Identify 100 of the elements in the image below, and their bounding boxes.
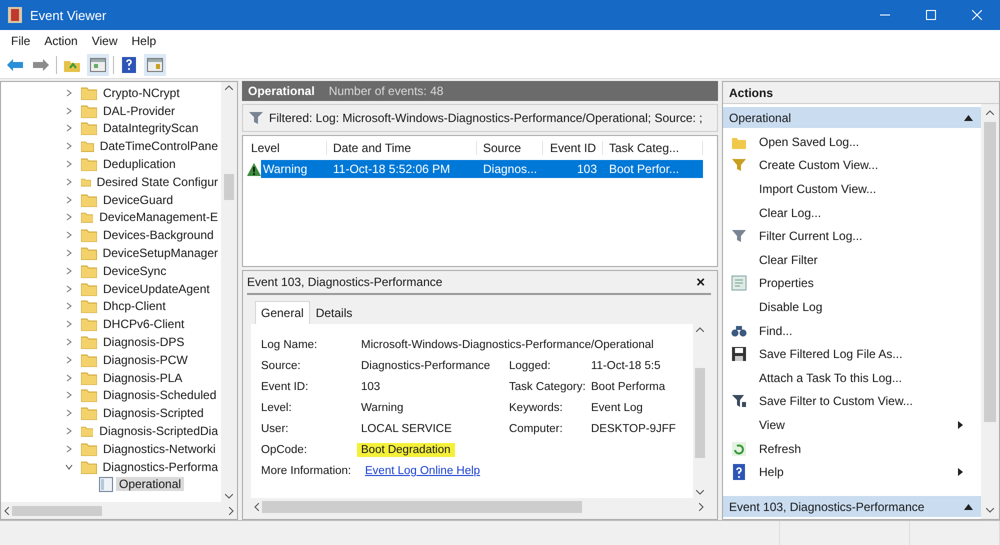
chevron-right-icon[interactable] bbox=[65, 409, 73, 418]
action-pane-button[interactable] bbox=[144, 54, 166, 76]
tree-item[interactable]: Diagnosis-ScriptedDia bbox=[96, 424, 221, 438]
chevron-right-icon[interactable] bbox=[65, 178, 73, 186]
chevron-right-icon[interactable] bbox=[65, 88, 73, 97]
tree-item[interactable]: Diagnostics-Performa bbox=[100, 460, 221, 474]
chevron-right-icon[interactable] bbox=[65, 427, 73, 436]
scroll-up-icon[interactable] bbox=[986, 110, 994, 115]
section-header[interactable]: Operational bbox=[723, 107, 981, 128]
pane-command[interactable]: Open Saved Log... bbox=[723, 130, 981, 154]
chevron-right-icon[interactable] bbox=[65, 231, 73, 240]
column-header[interactable]: Event ID bbox=[543, 141, 603, 155]
tree-item[interactable]: Dhcp-Client bbox=[100, 299, 169, 314]
pane-command[interactable]: Disable Log bbox=[723, 295, 981, 319]
folder-icon bbox=[81, 139, 94, 154]
column-header[interactable]: Level bbox=[245, 141, 327, 155]
chevron-right-icon[interactable] bbox=[65, 160, 73, 168]
chevron-right-icon[interactable] bbox=[65, 106, 73, 115]
tree-item[interactable]: Diagnostics-Networki bbox=[100, 442, 219, 456]
scrollbar-thumb[interactable] bbox=[984, 122, 996, 422]
menu-item[interactable]: View bbox=[84, 34, 124, 48]
scroll-down-icon[interactable] bbox=[225, 494, 233, 499]
scroll-left-icon[interactable] bbox=[4, 506, 9, 514]
chevron-right-icon[interactable] bbox=[65, 284, 73, 293]
tree-item[interactable]: Deduplication bbox=[100, 157, 179, 172]
folder-icon bbox=[81, 299, 97, 314]
scroll-right-icon[interactable] bbox=[699, 502, 704, 510]
column-header[interactable]: Task Categ... bbox=[603, 141, 703, 155]
pane-command[interactable]: Properties bbox=[723, 272, 981, 296]
chevron-right-icon[interactable] bbox=[65, 338, 73, 346]
field-value: Microsoft-Windows-Diagnostics-Performance/Operational bbox=[361, 339, 654, 351]
scrollbar-thumb[interactable] bbox=[12, 506, 102, 516]
tree-item[interactable]: DAL-Provider bbox=[100, 104, 178, 118]
tree-item[interactable]: Devices-Background bbox=[100, 228, 217, 242]
pane-command[interactable]: Help bbox=[723, 460, 981, 484]
pane-command[interactable]: Clear Log... bbox=[723, 200, 981, 224]
chevron-right-icon[interactable] bbox=[65, 302, 73, 310]
chevron-right-icon[interactable] bbox=[65, 266, 73, 275]
column-header[interactable]: Source bbox=[477, 141, 543, 155]
pane-command[interactable]: Refresh bbox=[723, 436, 981, 460]
pane-command[interactable]: Clear Filter bbox=[723, 248, 981, 272]
tree-item[interactable]: Operational bbox=[116, 477, 184, 492]
tree-item[interactable]: Diagnosis-Scripted bbox=[100, 406, 207, 420]
tree-item[interactable]: Desired State Configur bbox=[94, 174, 221, 189]
pane-command[interactable]: Import Custom View... bbox=[723, 177, 981, 201]
tree-item[interactable]: DHCPv6-Client bbox=[100, 317, 188, 332]
chevron-right-icon[interactable] bbox=[65, 356, 73, 364]
scrollbar-thumb[interactable] bbox=[695, 368, 705, 458]
menu-item[interactable]: Help bbox=[124, 34, 164, 48]
scroll-left-icon[interactable] bbox=[254, 502, 259, 510]
tree-item[interactable]: Diagnosis-Scheduled bbox=[100, 388, 220, 402]
tree-item[interactable]: Diagnosis-PLA bbox=[100, 370, 186, 385]
chevron-right-icon[interactable] bbox=[65, 124, 73, 132]
tree-item[interactable]: DateTimeControlPane bbox=[96, 139, 221, 154]
chevron-right-icon[interactable] bbox=[65, 374, 73, 382]
pane-command[interactable]: Attach a Task To this Log... bbox=[723, 366, 981, 390]
collapse-icon[interactable] bbox=[964, 504, 973, 510]
tree-item[interactable]: DeviceSetupManager bbox=[100, 246, 221, 260]
field-value: Warning bbox=[361, 402, 404, 414]
tree-item[interactable]: Diagnosis-DPS bbox=[100, 335, 188, 350]
pane-command[interactable]: Save Filtered Log File As... bbox=[723, 342, 981, 366]
chevron-right-icon[interactable] bbox=[65, 196, 73, 204]
pane-command[interactable]: Save Filter to Custom View... bbox=[723, 390, 981, 414]
tree-item[interactable]: DeviceSync bbox=[100, 264, 170, 278]
scroll-up-icon[interactable] bbox=[225, 85, 233, 90]
console-tree-button[interactable] bbox=[87, 54, 109, 76]
scroll-right-icon[interactable] bbox=[229, 506, 234, 514]
field-label: More Information: bbox=[261, 465, 352, 477]
section-header[interactable]: Event 103, Diagnostics-Performance bbox=[723, 496, 981, 517]
folder-icon bbox=[81, 264, 97, 278]
chevron-right-icon[interactable] bbox=[65, 213, 73, 222]
chevron-right-icon[interactable] bbox=[65, 142, 73, 150]
scroll-down-icon[interactable] bbox=[696, 490, 704, 495]
folder-icon bbox=[81, 228, 97, 242]
help-link[interactable]: Event Log Online Help bbox=[365, 465, 480, 477]
scroll-down-icon[interactable] bbox=[986, 508, 994, 513]
close-button[interactable]: × bbox=[696, 274, 711, 290]
chevron-right-icon[interactable] bbox=[65, 249, 73, 258]
chevron-right-icon[interactable] bbox=[65, 444, 73, 453]
scroll-up-icon[interactable] bbox=[696, 327, 704, 332]
pane-command[interactable]: View bbox=[723, 413, 981, 437]
tree-item[interactable]: DataIntegrityScan bbox=[100, 121, 202, 136]
tree-item[interactable]: DeviceManagement-E bbox=[96, 210, 221, 224]
column-header[interactable]: Date and Time bbox=[327, 141, 477, 155]
pane-command[interactable]: Filter Current Log... bbox=[723, 224, 981, 248]
collapse-icon[interactable] bbox=[964, 114, 973, 120]
chevron-down-icon[interactable] bbox=[65, 462, 73, 471]
tree-item[interactable]: Diagnosis-PCW bbox=[100, 352, 191, 367]
tree-item[interactable]: DeviceUpdateAgent bbox=[100, 282, 213, 296]
tree-item[interactable]: Crypto-NCrypt bbox=[100, 86, 183, 100]
pane-command[interactable]: Create Custom View... bbox=[723, 154, 981, 178]
pane-command[interactable]: Find... bbox=[723, 318, 981, 342]
tree-item[interactable]: DeviceGuard bbox=[100, 192, 176, 207]
chevron-right-icon[interactable] bbox=[65, 320, 73, 328]
tab[interactable]: General bbox=[255, 301, 310, 324]
scrollbar-thumb[interactable] bbox=[224, 174, 234, 200]
scrollbar-thumb[interactable] bbox=[262, 500, 582, 512]
menu-item[interactable]: File bbox=[4, 34, 38, 48]
chevron-right-icon[interactable] bbox=[65, 391, 73, 400]
menu-item[interactable]: Action bbox=[37, 34, 85, 48]
